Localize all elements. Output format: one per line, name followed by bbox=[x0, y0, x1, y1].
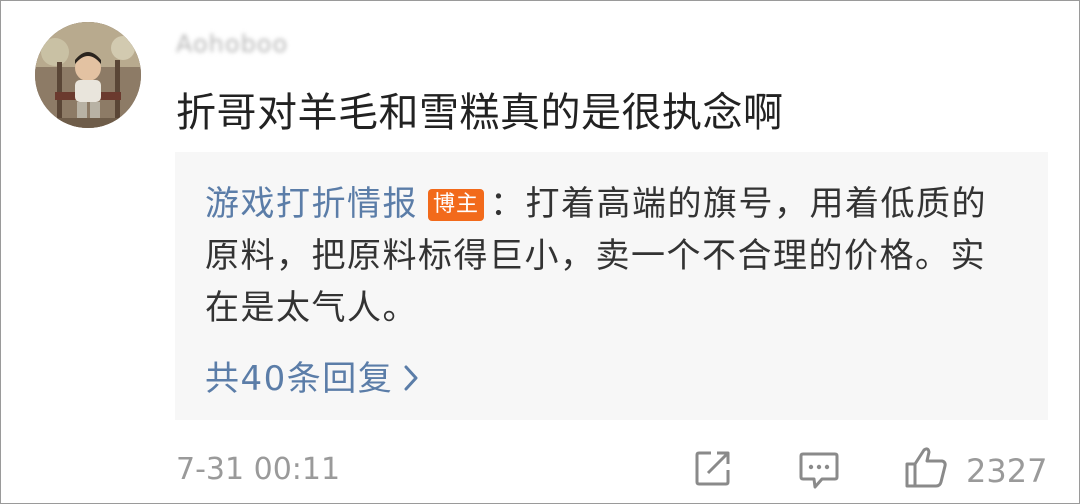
user-avatar[interactable] bbox=[35, 22, 141, 128]
like-count: 2327 bbox=[966, 452, 1048, 490]
avatar-image bbox=[35, 22, 141, 128]
chevron-right-icon bbox=[403, 361, 419, 401]
reply-content: 游戏打折情报 博主 ：打着高端的旗号，用着低质的原料，把原料标得巨小，卖一个不合理的… bbox=[205, 178, 1005, 334]
comment-text: 折哥对羊毛和雪糕真的是很执念啊 bbox=[176, 90, 784, 136]
share-icon[interactable] bbox=[693, 448, 733, 492]
username[interactable]: Aohoboo bbox=[176, 30, 316, 58]
reply-author[interactable]: 游戏打折情报 bbox=[205, 184, 418, 224]
comment-icon[interactable] bbox=[798, 449, 840, 495]
blogger-badge: 博主 bbox=[428, 189, 485, 221]
comment-timestamp: 7-31 00:11 bbox=[176, 452, 341, 487]
more-replies-link[interactable]: 共40条回复 bbox=[205, 351, 419, 401]
thumbs-up-icon[interactable] bbox=[903, 444, 949, 494]
reply-box[interactable]: 游戏打折情报 博主 ：打着高端的旗号，用着低质的原料，把原料标得巨小，卖一个不合理的… bbox=[175, 152, 1048, 420]
more-replies-label: 共40条回复 bbox=[205, 359, 394, 399]
